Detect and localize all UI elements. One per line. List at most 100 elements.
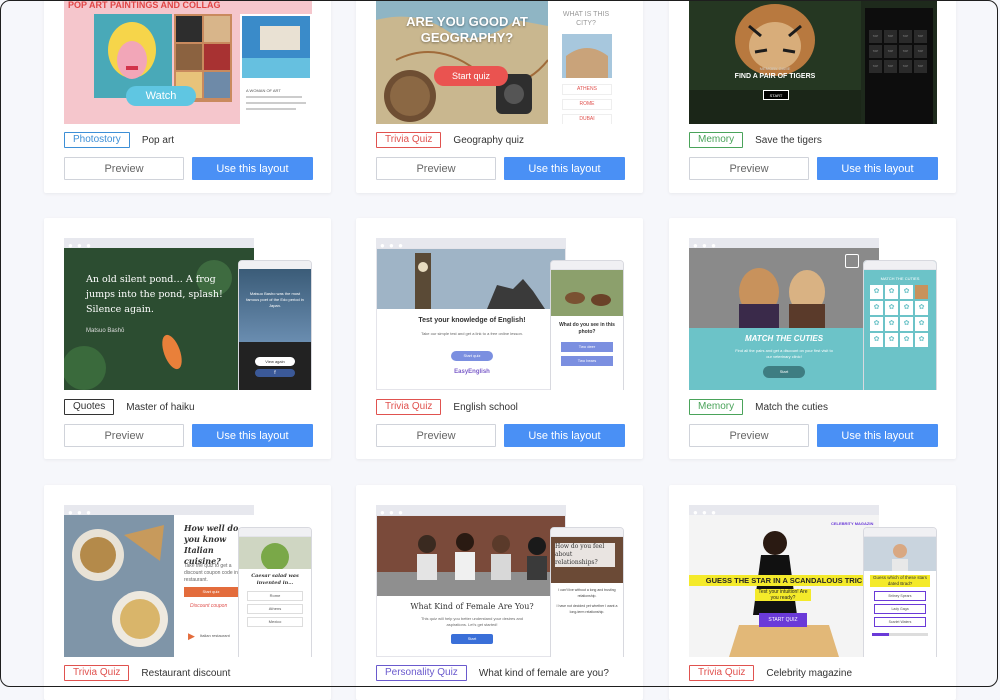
dog-tile[interactable] (915, 285, 928, 299)
use-layout-button[interactable]: Use this layout (817, 157, 938, 180)
friends-illustration (377, 516, 565, 596)
use-layout-button[interactable]: Use this layout (504, 424, 625, 447)
use-layout-button[interactable]: Use this layout (504, 157, 625, 180)
use-layout-button[interactable]: Use this layout (192, 157, 313, 180)
category-tag[interactable]: Memory (689, 132, 744, 148)
preview-button[interactable]: Preview (376, 424, 496, 447)
start-button[interactable]: Start (763, 366, 805, 378)
category-tag[interactable]: Photostory (64, 132, 130, 148)
layout-thumbnail[interactable]: ● ● ● How well do you know Italian cuisi… (64, 505, 312, 657)
paw-icon[interactable]: ✿ (885, 317, 898, 331)
memory-tile[interactable]: TAP (884, 45, 897, 58)
paw-icon[interactable]: ✿ (885, 285, 898, 299)
preview-button[interactable]: Preview (689, 157, 809, 180)
fullscreen-icon[interactable] (845, 254, 859, 268)
option-button[interactable]: Rome (247, 591, 303, 601)
desktop-preview: How well do you know Italian cuisine? Ta… (64, 515, 254, 657)
start-quiz-button[interactable]: Start quiz (434, 66, 508, 86)
layout-card-match-the-cuties: ● ● ● MATCH THE CUTIES Find all the pair… (669, 218, 956, 459)
paw-icon[interactable]: ✿ (900, 317, 913, 331)
option-button[interactable]: Two bears (561, 356, 613, 366)
start-quiz-button[interactable]: Start quiz (184, 587, 238, 597)
memory-grid: ✿ ✿ ✿ ✿ ✿ ✿ ✿ ✿ ✿ ✿ ✿ ✿ ✿ ✿ ✿ (870, 285, 930, 347)
option-button[interactable]: ATHENS (562, 84, 612, 95)
memory-tile[interactable]: TAP (914, 60, 927, 73)
option-button[interactable]: DUBAI (562, 114, 612, 124)
start-quiz-button[interactable]: START QUIZ (759, 613, 807, 627)
paw-icon[interactable]: ✿ (870, 317, 883, 331)
category-tag[interactable]: Trivia Quiz (689, 665, 755, 681)
memory-tile[interactable]: TAP (899, 60, 912, 73)
memory-grid: TAP TAP TAP TAP TAP TAP TAP TAP TAP TAP … (869, 30, 929, 73)
desktop-preview: Test your knowledge of English! Take our… (376, 248, 566, 390)
watch-button[interactable]: Watch (126, 86, 196, 106)
option-button[interactable]: Scarlet Waters (874, 617, 926, 627)
memory-tile[interactable]: TAP (869, 60, 882, 73)
layout-thumbnail[interactable]: ● ● ● Test your knowledge of English! Ta… (376, 238, 624, 390)
paw-icon[interactable]: ✿ (870, 333, 883, 347)
preview-button[interactable]: Preview (689, 424, 809, 447)
paw-icon[interactable]: ✿ (915, 301, 928, 315)
portrait-illustration (864, 537, 936, 571)
facebook-icon[interactable]: f (255, 369, 295, 377)
memory-tile[interactable]: TAP (884, 60, 897, 73)
paw-icon[interactable]: ✿ (900, 285, 913, 299)
quote-author: Matsuo Bashō (86, 328, 125, 334)
start-quiz-button[interactable]: Start quiz (451, 351, 493, 361)
desktop-preview: What Kind of Female Are You? This quiz w… (376, 515, 566, 657)
brand-logo: CELEBRITY MAGAZIN (831, 521, 874, 526)
start-button[interactable]: Start (451, 634, 493, 644)
layout-thumbnail[interactable]: ● ● ● CELEBRITY MAGAZIN GUESS THE STAR I… (689, 505, 937, 657)
category-tag[interactable]: Trivia Quiz (376, 132, 442, 148)
deer-illustration (551, 270, 623, 316)
memory-tile[interactable]: TAP (884, 30, 897, 43)
paw-icon[interactable]: ✿ (915, 333, 928, 347)
category-tag[interactable]: Personality Quiz (376, 665, 467, 681)
layout-thumbnail[interactable]: MEMORY GAME FIND A PAIR OF TIGERS START … (689, 0, 937, 124)
view-again-button[interactable]: View again (255, 357, 295, 366)
paw-icon[interactable]: ✿ (870, 301, 883, 315)
preview-button[interactable]: Preview (376, 157, 496, 180)
category-tag[interactable]: Quotes (64, 399, 115, 415)
paw-icon[interactable]: ✿ (915, 317, 928, 331)
option-button[interactable]: Britney Spears (874, 591, 926, 601)
option-button[interactable]: Athens (247, 604, 303, 614)
category-tag[interactable]: Trivia Quiz (64, 665, 130, 681)
memory-tile[interactable]: TAP (914, 30, 927, 43)
option-button[interactable]: Mexico (247, 617, 303, 627)
preview-button[interactable]: Preview (64, 157, 184, 180)
paw-icon[interactable]: ✿ (885, 333, 898, 347)
memory-tile[interactable]: TAP (899, 30, 912, 43)
paw-icon[interactable]: ✿ (900, 301, 913, 315)
layout-thumbnail[interactable]: POP ART PAINTINGS AND COLLAG A WOMAN OF … (64, 0, 312, 124)
food-illustration (64, 515, 174, 657)
use-layout-button[interactable]: Use this layout (817, 424, 938, 447)
layout-card-pop-art: POP ART PAINTINGS AND COLLAG A WOMAN OF … (44, 0, 331, 193)
option-list: ATHENS ROME DUBAI (562, 84, 612, 124)
memory-tile[interactable]: TAP (869, 45, 882, 58)
memory-tile[interactable]: TAP (899, 45, 912, 58)
layout-thumbnail[interactable]: ● ● ● What Kind of Female Are You? This … (376, 505, 624, 657)
salad-illustration (239, 537, 311, 569)
layout-thumbnail[interactable]: An old silent pond… A frog jumps into th… (64, 238, 312, 390)
start-button[interactable]: START (763, 90, 789, 100)
desktop-preview: CELEBRITY MAGAZIN GUESS THE STAR IN A SC… (689, 515, 879, 657)
layout-card-english-school: ● ● ● Test your knowledge of English! Ta… (356, 218, 643, 459)
option-button[interactable]: Lady Gaga (874, 604, 926, 614)
option-button[interactable]: ROME (562, 99, 612, 110)
layout-title: What kind of female are you? (478, 667, 609, 679)
option-button[interactable]: Two deer (561, 342, 613, 352)
layout-title: Geography quiz (453, 134, 525, 146)
layout-thumbnail[interactable]: ARE YOU GOOD AT GEOGRAPHY? Start quiz WH… (376, 0, 624, 124)
paw-icon[interactable]: ✿ (900, 333, 913, 347)
paw-icon[interactable]: ✿ (885, 301, 898, 315)
layout-thumbnail[interactable]: ● ● ● MATCH THE CUTIES Find all the pair… (689, 238, 937, 390)
category-tag[interactable]: Memory (689, 399, 744, 415)
paw-icon[interactable]: ✿ (870, 285, 883, 299)
preview-button[interactable]: Preview (64, 424, 184, 447)
category-tag[interactable]: Trivia Quiz (376, 399, 442, 415)
memory-tile[interactable]: TAP (914, 45, 927, 58)
brand-logo: EasyEnglish (454, 369, 490, 375)
memory-tile[interactable]: TAP (869, 30, 882, 43)
use-layout-button[interactable]: Use this layout (192, 424, 313, 447)
